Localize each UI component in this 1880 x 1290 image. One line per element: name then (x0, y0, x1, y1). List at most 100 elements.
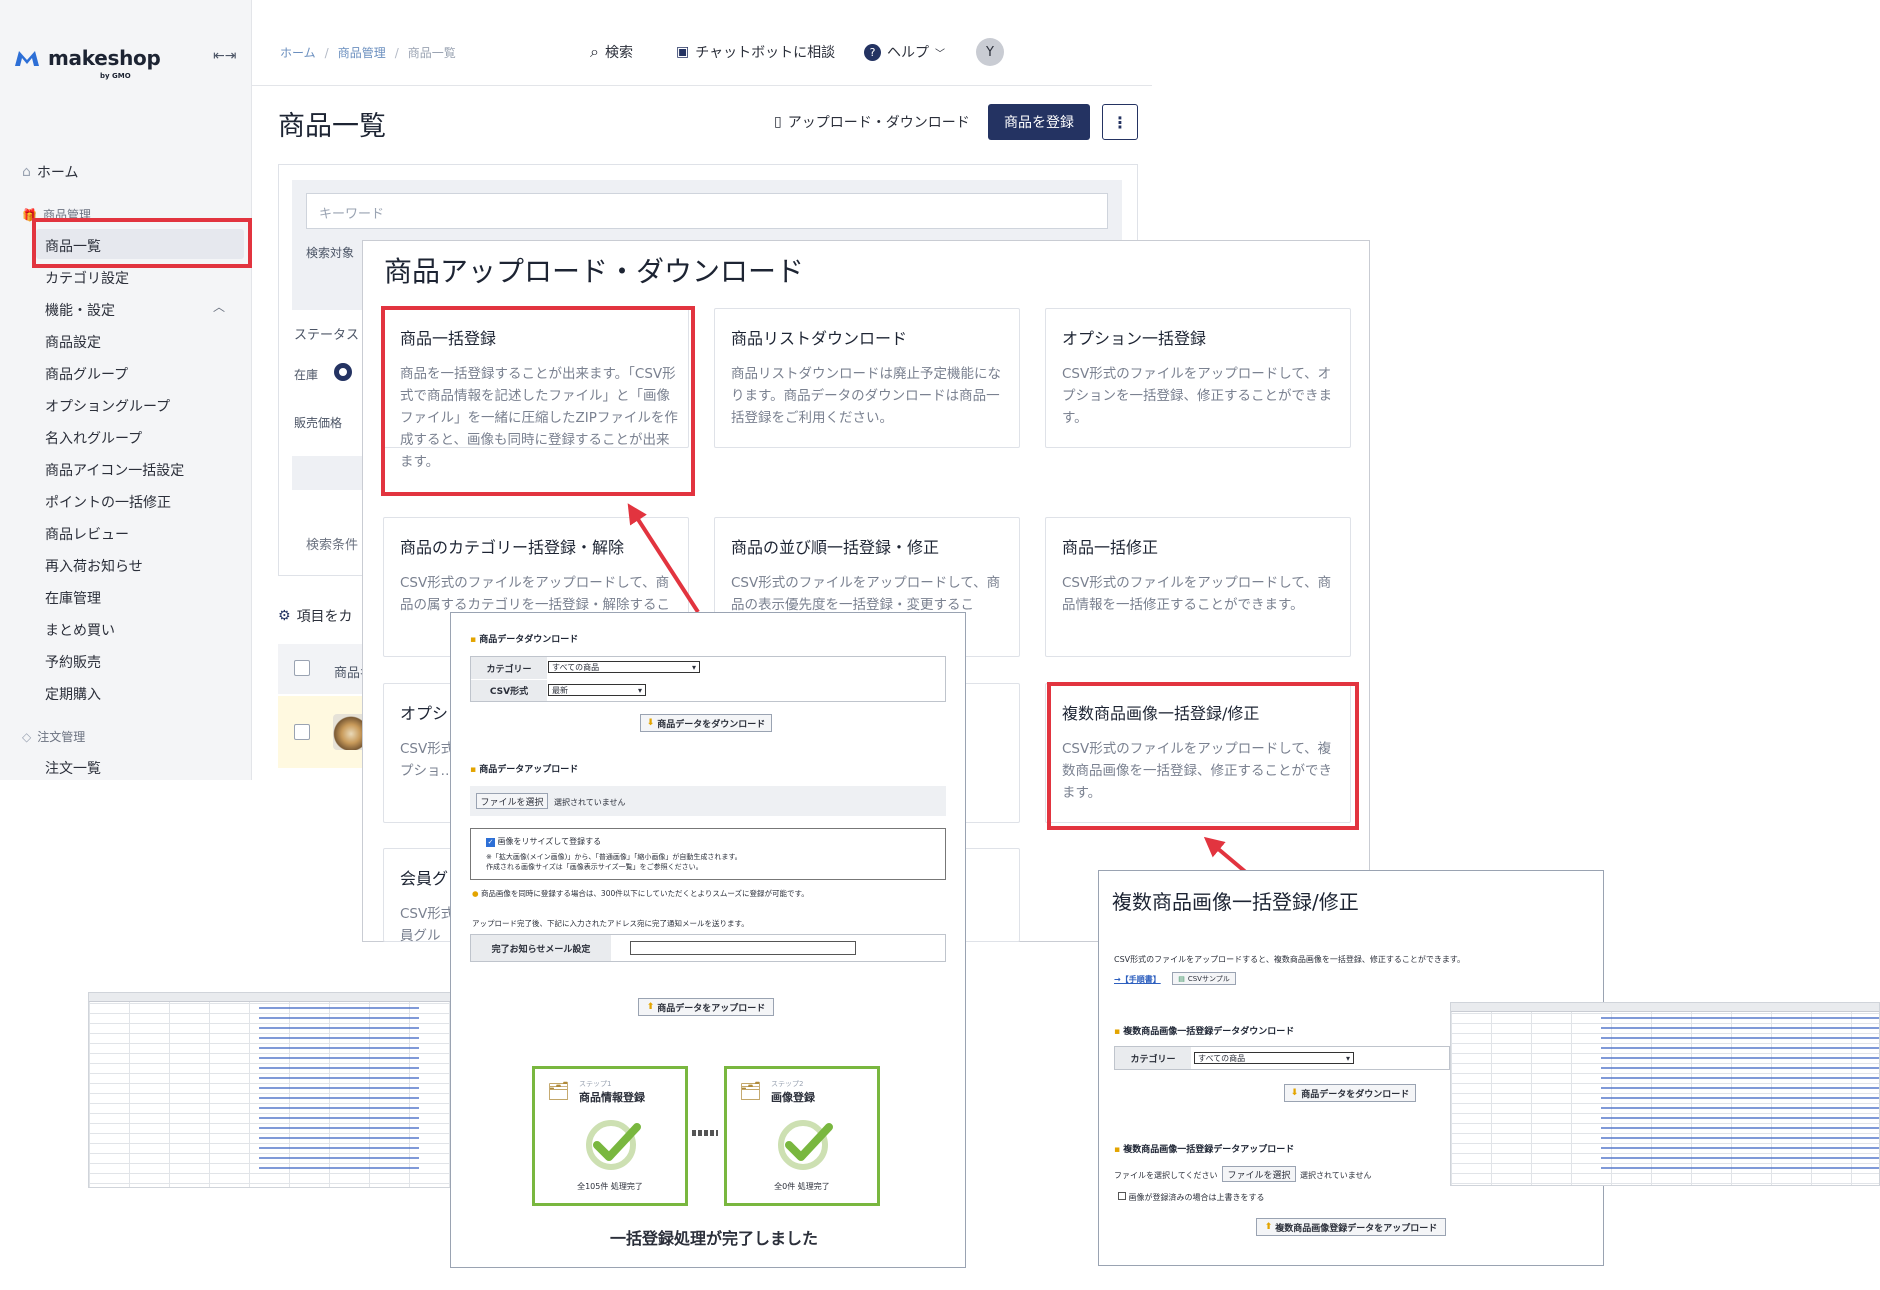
upload-button-label: 商品データをアップロード (657, 1003, 766, 1014)
step2-small: ステップ2 (771, 1080, 804, 1088)
step2-name: 画像登録 (771, 1091, 815, 1104)
checkbox-checked-icon[interactable]: ✓ (486, 838, 495, 847)
sheet-link-row (1601, 1027, 1879, 1029)
multi-category-label: カテゴリー (1115, 1047, 1191, 1069)
resize-note-2: 作成される画像サイズは「画像表示サイズ一覧」をご参照ください。 (486, 863, 703, 871)
resize-checkbox-row[interactable]: ✓ 画像をリサイズして登録する (486, 836, 601, 847)
sheet-header (1451, 1003, 1879, 1012)
mail-label: 完了お知らせメール設定 (471, 935, 611, 961)
upload-data-button[interactable]: ⬆ 商品データをアップロード (638, 998, 774, 1016)
multi-upload-button[interactable]: ⬆ 複数商品画像登録データをアップロード (1256, 1218, 1446, 1236)
multi-image-title: 複数商品画像一括登録/修正 (1112, 890, 1359, 914)
csv-spreadsheet-left (88, 992, 504, 1188)
sheet-link-row (259, 1157, 419, 1159)
csv-format-label: CSV形式 (471, 680, 547, 701)
multi-download-title: 複数商品画像一括登録データダウンロード (1114, 1024, 1294, 1037)
multi-upload-label: 複数商品画像登録データをアップロード (1275, 1223, 1438, 1234)
arrow-to-bulk-register (627, 503, 700, 614)
warning-icon: ● (472, 889, 479, 898)
csv-sample-label: CSVサンプル (1187, 974, 1230, 983)
download-button-label: 商品データをダウンロード (657, 719, 766, 730)
sheet-link-row (1601, 1157, 1879, 1159)
check-circle-icon (586, 1120, 641, 1170)
bulk-done-message: 一括登録処理が完了しました (610, 1229, 819, 1248)
category-select[interactable]: すべての商品 ▾ (548, 661, 700, 673)
sheet-link-row (259, 1167, 419, 1169)
sheet-link-row (259, 1057, 419, 1059)
chevron-down-icon: ▾ (691, 662, 696, 672)
download-icon: ⬇ (1290, 1088, 1299, 1098)
multi-image-desc: CSV形式のファイルをアップロードすると、複数商品画像を一括登録、修正することが… (1114, 955, 1466, 964)
download-section-title: 商品データダウンロード (470, 632, 578, 645)
sheet-link-row (259, 1047, 419, 1049)
mail-note: アップロード完了後、下記に入力されたアドレス宛に完了通知メールを送ります。 (472, 919, 749, 928)
multi-category-value: すべての商品 (1198, 1053, 1246, 1063)
sheet-link-row (1601, 1057, 1879, 1059)
warn-note: ● 商品画像を同時に登録する場合は、300件以下にしていただくとよりスムーズに登… (472, 888, 809, 899)
category-label: カテゴリー (471, 657, 547, 679)
csv-file-icon: ▤ (1178, 974, 1185, 983)
resize-note-1: ※「拡大画像(メイン画像)」から、「普通画像」「縮小画像」が自動生成されます。 (486, 853, 742, 861)
multi-download-label: 商品データをダウンロード (1301, 1089, 1410, 1100)
folder-icon: 🗂 (547, 1081, 570, 1102)
sheet-link-row (259, 1127, 419, 1129)
sheet-link-row (259, 1017, 419, 1019)
resize-label: 画像をリサイズして登録する (497, 837, 602, 846)
sheet-link-row (259, 1007, 419, 1009)
csv-format-select[interactable]: 最新 ▾ (548, 684, 646, 696)
mail-input[interactable] (630, 941, 856, 955)
sheet-link-row (1601, 1037, 1879, 1039)
step1-name: 商品情報登録 (579, 1091, 645, 1104)
sheet-link-row (1601, 1017, 1879, 1019)
download-data-button[interactable]: ⬇ 商品データをダウンロード (640, 714, 772, 732)
upload-icon: ⬆ (646, 1002, 655, 1012)
multi-file-status: 選択されていません (1300, 1171, 1372, 1180)
sheet-link-row (259, 1137, 419, 1139)
sheet-link-row (1601, 1097, 1879, 1099)
sheet-link-row (1601, 1087, 1879, 1089)
sheet-link-row (259, 1067, 419, 1069)
step2-count: 全0件 処理完了 (774, 1182, 830, 1191)
multi-category-select[interactable]: すべての商品 ▾ (1194, 1052, 1354, 1064)
file-choose-button[interactable]: ファイルを選択 (476, 793, 548, 809)
sheet-link-row (259, 1087, 419, 1089)
overwrite-label: 画像が登録済みの場合は上書きをする (1128, 1193, 1265, 1202)
sheet-link-row (259, 1077, 419, 1079)
step-connector (692, 1130, 718, 1136)
multi-file-prompt: ファイルを選択してください (1114, 1171, 1218, 1180)
sheet-link-row (259, 1097, 419, 1099)
csv-spreadsheet-right (1450, 1002, 1880, 1186)
step2-box: 🗂 ステップ2 画像登録 全0件 処理完了 (724, 1066, 880, 1206)
chevron-down-icon: ▾ (1345, 1053, 1350, 1063)
file-status: 選択されていません (554, 798, 626, 807)
chevron-down-icon: ▾ (637, 685, 642, 695)
sheet-link-row (1601, 1077, 1879, 1079)
step1-count: 全105件 処理完了 (577, 1182, 643, 1191)
sheet-link-row (1601, 1107, 1879, 1109)
sheet-link-row (259, 1027, 419, 1029)
sheet-link-row (259, 1037, 419, 1039)
multi-download-button[interactable]: ⬇ 商品データをダウンロード (1284, 1084, 1416, 1102)
multi-file-button[interactable]: ファイルを選択 (1222, 1166, 1296, 1182)
sheet-link-row (1601, 1067, 1879, 1069)
multi-upload-title: 複数商品画像一括登録データアップロード (1114, 1142, 1294, 1155)
folder-icon: 🗂 (739, 1081, 762, 1102)
sheet-link-row (1601, 1147, 1879, 1149)
sheet-link-row (1601, 1137, 1879, 1139)
manual-link[interactable]: →【手順書】 (1114, 974, 1161, 985)
upload-icon: ⬆ (1264, 1222, 1273, 1232)
check-circle-icon (778, 1120, 833, 1170)
upload-section-title: 商品データアップロード (470, 762, 578, 775)
step1-box: 🗂 ステップ1 商品情報登録 全105件 処理完了 (532, 1066, 688, 1206)
download-icon: ⬇ (646, 718, 655, 728)
step1-small: ステップ1 (579, 1080, 612, 1088)
csv-sample-button[interactable]: ▤ CSVサンプル (1172, 972, 1236, 985)
category-value: すべての商品 (552, 662, 600, 672)
sheet-link-row (1601, 1047, 1879, 1049)
sheet-link-row (1601, 1117, 1879, 1119)
overwrite-row[interactable]: 画像が登録済みの場合は上書きをする (1118, 1192, 1265, 1203)
checkbox-icon[interactable] (1118, 1192, 1126, 1200)
sheet-link-row (1601, 1127, 1879, 1129)
sheet-link-row (259, 1107, 419, 1109)
sheet-link-row (259, 1147, 419, 1149)
